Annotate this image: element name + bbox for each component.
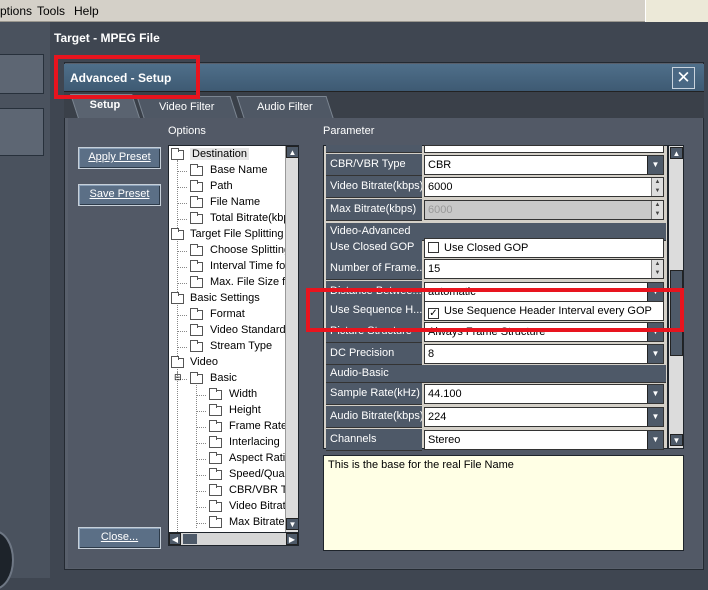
dc-precision-select[interactable]: 8 ▼	[424, 344, 664, 364]
highlight-box-dialog-title	[54, 55, 200, 99]
left-panel-slot	[0, 54, 44, 94]
tab-audio-filter[interactable]: Audio Filter	[236, 96, 334, 118]
param-row-audio-bitrate: Audio Bitrate(kbps) 224 ▼	[326, 406, 666, 428]
window-title: Target - MPEG File	[54, 31, 160, 45]
menu-help[interactable]: Help	[74, 4, 99, 18]
param-row-dc-precision: DC Precision 8 ▼	[326, 343, 666, 365]
tree-item-basic-settings[interactable]: Basic Settings	[190, 292, 260, 304]
param-row-sample-rate: Sample Rate(kHz) 44.100 ▼	[326, 383, 666, 405]
param-name: Max Bitrate(kbps)	[326, 199, 422, 221]
tree-item-file-name[interactable]: File Name	[210, 196, 260, 208]
checkbox-icon[interactable]	[428, 242, 439, 253]
close-icon[interactable]: ✕	[672, 67, 695, 89]
chevron-down-icon[interactable]: ▼	[647, 408, 663, 426]
scroll-up-icon[interactable]: ▲	[670, 147, 683, 159]
param-name: Audio Bitrate(kbps)	[326, 406, 422, 428]
tab-video-filter[interactable]: Video Filter	[136, 96, 238, 118]
spinner-icon[interactable]: ▲ ▼	[651, 260, 663, 278]
param-row-max-bitrate: Max Bitrate(kbps) 6000 ▲ ▼	[326, 199, 666, 221]
menu-options[interactable]: ptions	[0, 4, 32, 18]
max-bitrate-input: 6000 ▲ ▼	[424, 200, 664, 220]
scroll-right-icon[interactable]: ▶	[286, 533, 298, 545]
param-name: Video Bitrate(kbps)	[326, 176, 422, 198]
tree-item-video-standard[interactable]: Video Standard	[210, 324, 286, 336]
tree-item-height[interactable]: Height	[229, 404, 261, 416]
tree-item-interlacing[interactable]: Interlacing	[229, 436, 280, 448]
param-name: CBR/VBR Type	[326, 154, 422, 176]
param-row-number-of-frames: Number of Frame... 15 ▲ ▼	[326, 258, 666, 280]
cbr-vbr-select[interactable]: CBR ▼	[424, 155, 664, 175]
tab-video-filter-label: Video Filter	[159, 101, 215, 113]
tree-item-stream-type[interactable]: Stream Type	[210, 340, 272, 352]
video-bitrate-input[interactable]: 6000 ▲ ▼	[424, 177, 664, 197]
scroll-down-icon[interactable]: ▼	[286, 518, 298, 530]
left-panel	[0, 22, 50, 590]
param-name: Channels	[326, 429, 422, 451]
number-of-frames-input[interactable]: 15 ▲ ▼	[424, 259, 664, 279]
spinner-icon[interactable]: ▲ ▼	[651, 178, 663, 196]
chevron-down-icon[interactable]: ▼	[647, 345, 663, 363]
param-row-closed-gop: Use Closed GOP Use Closed GOP	[326, 237, 666, 259]
options-tree[interactable]: Destination Base Name Path File Name Tot…	[168, 145, 299, 533]
section-audio-basic: Audio-Basic	[326, 365, 666, 383]
options-label: Options	[168, 125, 206, 137]
menubar-blank-area	[645, 0, 708, 22]
scroll-thumb[interactable]	[183, 534, 197, 544]
apply-preset-button[interactable]: Apply Preset	[78, 147, 161, 169]
param-name: DC Precision	[326, 343, 422, 365]
param-name: Sample Rate(kHz)	[326, 383, 422, 405]
param-row-channels: Channels Stereo ▼	[326, 429, 666, 451]
param-name: Number of Frame...	[326, 258, 422, 280]
param-row-video-bitrate: Video Bitrate(kbps) 6000 ▲ ▼	[326, 176, 666, 198]
description-box: This is the base for the real File Name	[323, 455, 684, 551]
tree-item-destination[interactable]: Destination	[190, 148, 250, 160]
scroll-left-icon[interactable]: ◀	[169, 533, 181, 545]
close-button[interactable]: Close...	[78, 527, 161, 549]
param-name: Use Closed GOP	[326, 237, 422, 259]
audio-bitrate-select[interactable]: 224 ▼	[424, 407, 664, 427]
tree-item-format[interactable]: Format	[210, 308, 245, 320]
chevron-down-icon[interactable]: ▼	[647, 156, 663, 174]
parameter-label: Parameter	[323, 125, 375, 137]
tree-item-width[interactable]: Width	[229, 388, 257, 400]
save-preset-button[interactable]: Save Preset	[78, 184, 161, 206]
tree-item-basic[interactable]: Basic	[210, 372, 237, 384]
tree-item-target-file-splitting[interactable]: Target File Splitting	[190, 228, 284, 240]
tab-audio-filter-label: Audio Filter	[257, 101, 313, 113]
highlight-box-sequence-header	[306, 288, 684, 332]
knob-control[interactable]	[0, 530, 14, 590]
left-panel-slot	[0, 108, 44, 156]
tree-item-base-name[interactable]: Base Name	[210, 164, 267, 176]
closed-gop-checkbox[interactable]: Use Closed GOP	[424, 238, 664, 258]
sample-rate-select[interactable]: 44.100 ▼	[424, 384, 664, 404]
scroll-up-icon[interactable]: ▲	[286, 146, 298, 158]
tree-item-video[interactable]: Video	[190, 356, 218, 368]
menu-tools[interactable]: Tools	[37, 4, 65, 18]
tree-vertical-scrollbar[interactable]: ▲ ▼	[285, 146, 298, 532]
tree-item-path[interactable]: Path	[210, 180, 233, 192]
param-row-cbr-vbr: CBR/VBR Type CBR ▼	[326, 154, 666, 176]
chevron-down-icon[interactable]: ▼	[647, 431, 663, 449]
chevron-down-icon[interactable]: ▼	[647, 385, 663, 403]
scroll-down-icon[interactable]: ▼	[670, 434, 683, 446]
tree-item-aspect-ratio[interactable]: Aspect Ratio	[229, 452, 291, 464]
spinner-icon: ▲ ▼	[651, 201, 663, 219]
channels-select[interactable]: Stereo ▼	[424, 430, 664, 450]
menu-bar: ptions Tools Help	[0, 0, 708, 22]
tree-horizontal-scrollbar[interactable]: ◀ ▶	[168, 532, 299, 546]
